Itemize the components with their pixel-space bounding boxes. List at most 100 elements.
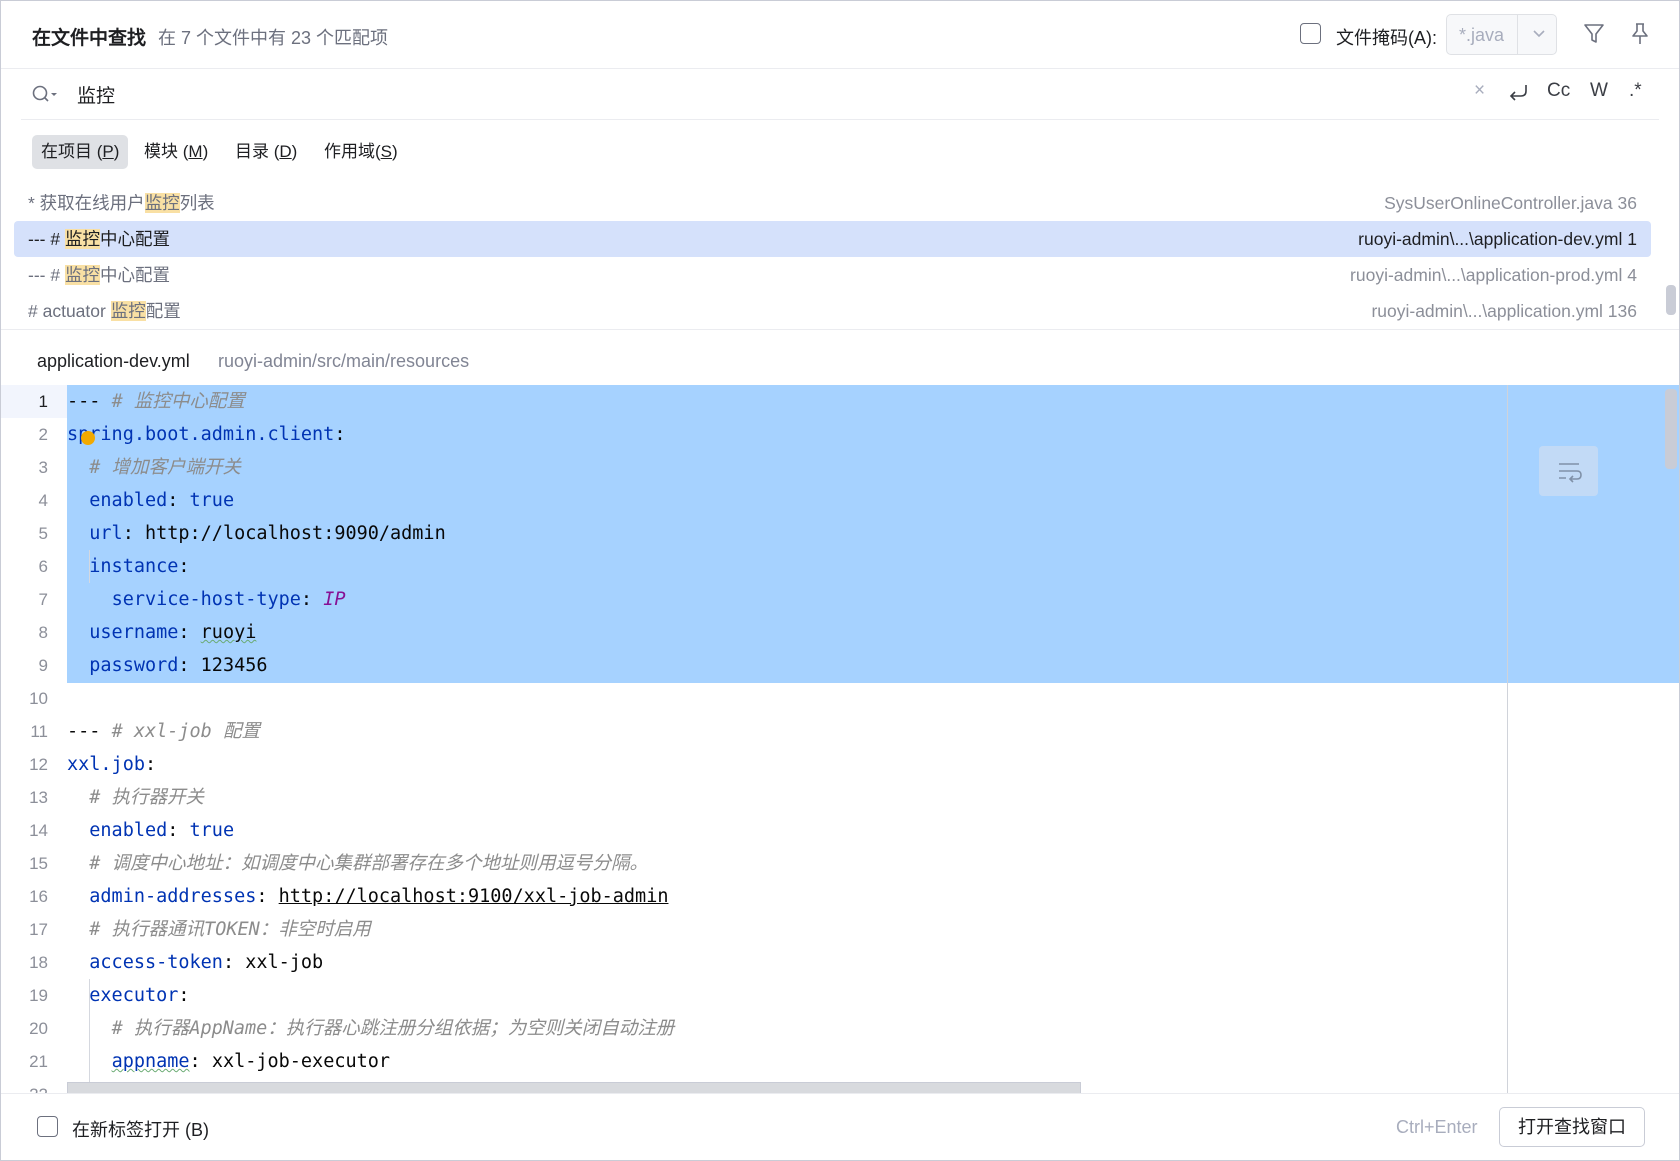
line-number: 13 (29, 788, 48, 807)
regex-toggle[interactable]: .* (1629, 80, 1642, 102)
code-line[interactable]: 6 instance: (1, 550, 1679, 583)
match-highlight: 监控 (64, 229, 100, 249)
code-line[interactable]: 8 username: ruoyi (1, 616, 1679, 649)
code-line[interactable]: 2 spring.boot.admin.client: (1, 418, 1679, 451)
code-text: --- # 监控中心配置 (67, 385, 245, 418)
scope-module-tab[interactable]: 模块 (M) (135, 135, 217, 169)
open-in-new-tab-label[interactable]: 在新标签打开 (B) (72, 1116, 209, 1142)
pin-icon[interactable] (1627, 21, 1653, 47)
scope-label: 目录 ( (235, 142, 280, 161)
code-line[interactable]: 7 service-host-type: IP (1, 583, 1679, 616)
yaml-comment: # 增加客户端开关 (89, 457, 242, 478)
scope-directory-tab[interactable]: 目录 (D) (226, 135, 306, 169)
whole-words-toggle[interactable]: W (1590, 80, 1608, 102)
yaml-value: http://localhost:9090/admin (144, 523, 446, 544)
code-text: username: ruoyi (67, 616, 256, 649)
editor-vertical-scrollbar[interactable] (1665, 389, 1677, 469)
code-line[interactable]: 21 appname: xxl-job-executor (1, 1045, 1679, 1078)
soft-wrap-icon[interactable] (1539, 446, 1598, 496)
find-in-files-dialog: 在文件中查找 在 7 个文件中有 23 个匹配项 文件掩码(A): *.java… (0, 0, 1680, 1161)
editor-horizontal-scrollbar[interactable] (67, 1082, 1081, 1093)
chevron-down-icon[interactable] (1529, 23, 1549, 45)
result-row[interactable]: # actuator 监控配置 ruoyi-admin\...\applicat… (14, 293, 1651, 329)
yaml-separator: : (334, 424, 346, 445)
search-input[interactable] (77, 81, 977, 107)
yaml-key: username (89, 622, 179, 643)
line-number: 20 (29, 1019, 48, 1038)
line-number: 9 (38, 656, 48, 675)
code-line[interactable]: 4 enabled: true (1, 484, 1679, 517)
code-line[interactable]: 15 # 调度中心地址：如调度中心集群部署存在多个地址则用逗号分隔。 (1, 847, 1679, 880)
intention-bulb-icon[interactable] (81, 431, 95, 445)
code-line[interactable]: 17 # 执行器通讯TOKEN：非空时启用 (1, 913, 1679, 946)
code-line[interactable]: 3 # 增加客户端开关 (1, 451, 1679, 484)
newline-icon[interactable] (1506, 81, 1532, 105)
dialog-header: 在文件中查找 在 7 个文件中有 23 个匹配项 文件掩码(A): *.java (1, 1, 1679, 69)
file-mask-label[interactable]: 文件掩码(A): (1336, 24, 1437, 50)
code-line[interactable]: 13 # 执行器开关 (1, 781, 1679, 814)
scope-project-tab[interactable]: 在项目 (P) (32, 135, 129, 169)
search-icon[interactable] (31, 83, 61, 105)
code-line[interactable]: 12 xxl.job: (1, 748, 1679, 781)
code-line[interactable]: 10 (1, 682, 1679, 715)
code-line[interactable]: 1 --- # 监控中心配置 (1, 385, 1679, 418)
filter-icon[interactable] (1581, 21, 1607, 47)
yaml-value: true (189, 490, 235, 511)
file-mask-combo[interactable]: *.java (1446, 14, 1557, 55)
result-row[interactable]: --- # 监控中心配置 ruoyi-admin\...\application… (14, 257, 1651, 293)
yaml-key: instance (89, 556, 179, 577)
code-line[interactable]: 19 executor: (1, 979, 1679, 1012)
yaml-separator: : (167, 490, 190, 511)
result-line-number: 4 (1627, 265, 1637, 285)
result-file: SysUserOnlineController.java 36 (1384, 185, 1637, 221)
yaml-value: 123456 (200, 655, 268, 676)
code-text: instance: (67, 550, 189, 583)
clear-icon[interactable]: × (1474, 80, 1485, 102)
result-row-selected[interactable]: --- # 监控中心配置 ruoyi-admin\...\application… (14, 221, 1651, 257)
line-number: 4 (38, 491, 48, 510)
file-mask-value[interactable]: *.java (1459, 25, 1504, 46)
result-row[interactable]: * 获取在线用户监控列表 SysUserOnlineController.jav… (14, 185, 1651, 221)
code-line[interactable]: 18 access-token: xxl-job (1, 946, 1679, 979)
line-number: 19 (29, 986, 48, 1005)
yaml-key: xxl.job (67, 754, 145, 775)
yaml-comment: # 执行器开关 (89, 787, 205, 808)
line-number: 16 (29, 887, 48, 906)
match-highlight: 监控 (110, 301, 146, 321)
open-find-window-button[interactable]: 打开查找窗口 (1499, 1107, 1645, 1147)
result-line-number: 36 (1617, 193, 1637, 213)
result-file: ruoyi-admin\...\application-dev.yml 1 (1358, 221, 1637, 257)
match-case-toggle[interactable]: Cc (1547, 80, 1570, 102)
code-preview[interactable]: 1 --- # 监控中心配置 2 spring.boot.admin.client: 3… (1, 385, 1679, 1093)
result-prefix: --- # (28, 265, 65, 285)
code-line[interactable]: 20 # 执行器AppName：执行器心跳注册分组依据；为空则关闭自动注册 (1, 1012, 1679, 1045)
code-text: service-host-type: IP (67, 583, 346, 616)
code-line[interactable]: 11 --- # xxl-job 配置 (1, 715, 1679, 748)
line-number: 15 (29, 854, 48, 873)
results-scrollbar[interactable] (1666, 285, 1676, 315)
code-line[interactable]: 14 enabled: true (1, 814, 1679, 847)
code-text: executor: (67, 979, 189, 1012)
result-prefix: # actuator (28, 301, 111, 321)
yaml-value: ruoyi (200, 622, 257, 643)
line-number: 22 (1, 1078, 48, 1093)
yaml-separator: : (222, 952, 246, 973)
code-line[interactable]: 9 password: 123456 (1, 649, 1679, 682)
scope-scope-tab[interactable]: 作用域(S) (315, 135, 407, 169)
result-prefix: * 获取在线用户 (28, 193, 145, 213)
result-line-text: --- # 监控中心配置 (28, 257, 170, 293)
open-in-new-tab-checkbox[interactable] (37, 1116, 58, 1137)
code-line[interactable]: 16 admin-addresses: http://localhost:910… (1, 880, 1679, 913)
yaml-key: enabled (89, 820, 168, 841)
preview-filename: application-dev.yml (37, 351, 190, 371)
file-mask-checkbox[interactable] (1300, 23, 1321, 44)
code-line[interactable]: 5 url: http://localhost:9090/admin (1, 517, 1679, 550)
